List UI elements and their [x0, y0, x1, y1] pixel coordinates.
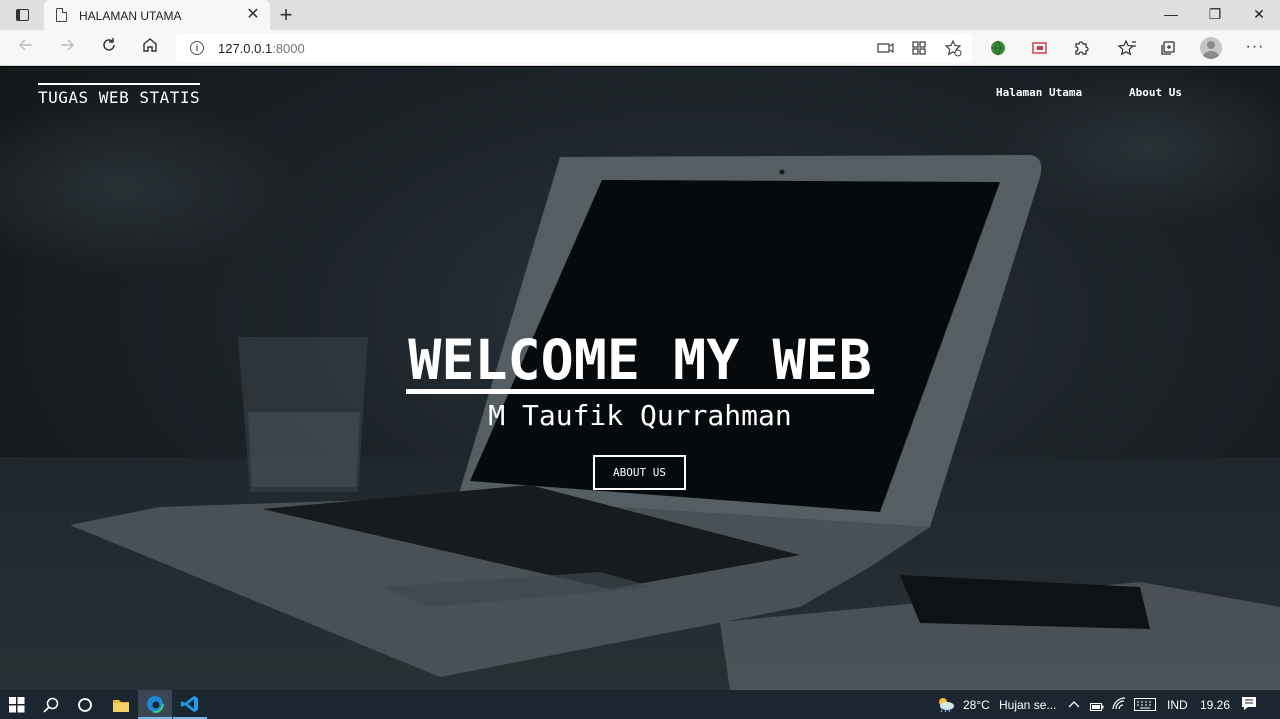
address-bar[interactable]: i 127.0.0.1:8000: [176, 33, 972, 63]
keyboard-icon[interactable]: [1134, 698, 1156, 716]
about-us-button[interactable]: ABOUT US: [593, 455, 686, 490]
extension-cast-icon[interactable]: [1030, 38, 1050, 58]
hero-section: TUGAS WEB STATIS Halaman Utama About Us …: [0, 67, 1280, 690]
add-favorite-icon[interactable]: [944, 39, 962, 57]
collections-icon[interactable]: [1158, 38, 1178, 58]
forward-arrow-icon[interactable]: [55, 36, 79, 60]
edge-taskbar-icon[interactable]: [138, 690, 172, 719]
weather-temperature[interactable]: 28°C: [963, 698, 990, 712]
site-brand[interactable]: TUGAS WEB STATIS: [38, 83, 201, 107]
page-icon: [56, 8, 67, 22]
extension-globe-icon[interactable]: [988, 38, 1008, 58]
tab-halaman-utama[interactable]: HALAMAN UTAMA ✕: [44, 0, 270, 30]
cortana-icon[interactable]: [68, 690, 102, 719]
tab-title: HALAMAN UTAMA: [79, 9, 182, 23]
browser-toolbar: i 127.0.0.1:8000 ···: [0, 30, 1280, 66]
nav-link-about-us[interactable]: About Us: [1129, 86, 1182, 99]
battery-icon[interactable]: [1090, 699, 1104, 717]
refresh-icon[interactable]: [97, 36, 121, 60]
chevron-up-icon[interactable]: [1068, 698, 1080, 716]
nav-link-halaman-utama[interactable]: Halaman Utama: [996, 86, 1082, 99]
home-icon[interactable]: [138, 36, 162, 60]
url-text[interactable]: 127.0.0.1:8000: [218, 41, 305, 56]
profile-avatar[interactable]: [1200, 37, 1222, 59]
vscode-taskbar-icon[interactable]: [173, 690, 207, 719]
favorites-icon[interactable]: [1117, 38, 1137, 58]
site-info-icon[interactable]: i: [190, 41, 204, 55]
new-tab-button[interactable]: +: [276, 4, 296, 26]
read-aloud-icon[interactable]: [876, 39, 894, 57]
file-explorer-icon[interactable]: [104, 690, 138, 719]
browser-tab-strip: HALAMAN UTAMA ✕ + — ❐ ✕: [0, 0, 1280, 30]
search-icon[interactable]: [34, 690, 68, 719]
back-arrow-icon[interactable]: [14, 36, 38, 60]
notification-center-icon[interactable]: [1241, 696, 1257, 717]
input-language[interactable]: IND: [1167, 698, 1188, 712]
weather-description[interactable]: Hujan se...: [999, 698, 1056, 712]
hero-subtitle: M Taufik Qurrahman: [488, 399, 792, 432]
restore-button[interactable]: ❐: [1192, 0, 1238, 30]
window-close-button[interactable]: ✕: [1236, 0, 1280, 30]
apps-grid-icon[interactable]: [910, 39, 928, 57]
hero-title: WELCOME MY WEB: [406, 328, 874, 394]
settings-more-icon[interactable]: ···: [1243, 36, 1267, 60]
minimize-button[interactable]: —: [1148, 0, 1194, 30]
windows-start-icon[interactable]: [0, 690, 34, 719]
clock-time[interactable]: 19.26: [1200, 698, 1230, 712]
weather-icon[interactable]: [934, 695, 956, 718]
extensions-puzzle-icon[interactable]: [1071, 38, 1091, 58]
tab-actions-menu-icon[interactable]: [8, 5, 36, 25]
windows-taskbar: 28°C Hujan se... IND 19.26: [0, 690, 1280, 719]
tab-close-icon[interactable]: ✕: [244, 6, 262, 24]
wifi-icon[interactable]: [1112, 697, 1126, 716]
